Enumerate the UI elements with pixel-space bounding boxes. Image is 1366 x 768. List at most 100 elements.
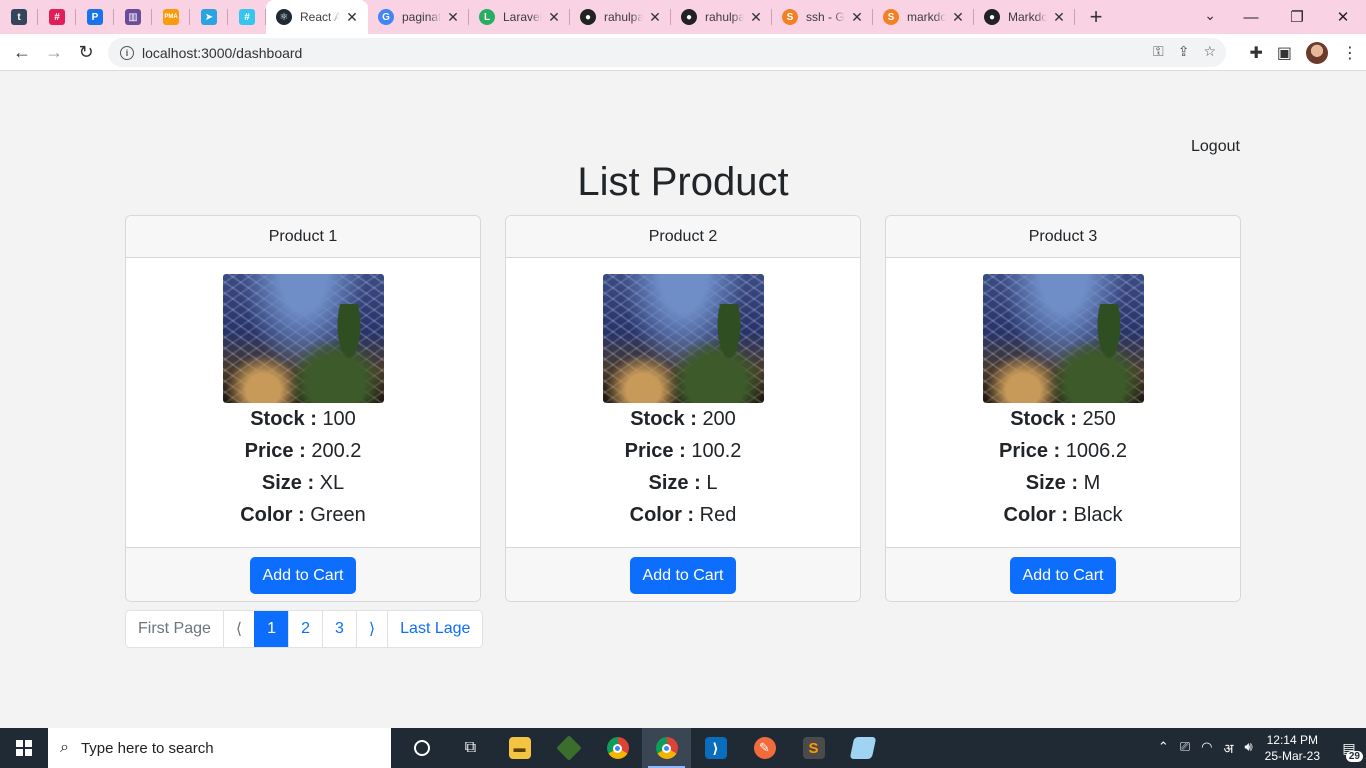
start-button[interactable] xyxy=(0,728,48,768)
taskbar-clock[interactable]: 12:14 PM 25-Mar-23 xyxy=(1265,732,1320,764)
chevron-up-icon[interactable]: ⌃ xyxy=(1158,739,1169,757)
pinned-tab[interactable]: ➤ xyxy=(190,0,228,34)
stock-label: Stock xyxy=(1010,408,1065,430)
url-text[interactable]: localhost:3000/dashboard xyxy=(142,45,302,61)
page-link-3[interactable]: 3 xyxy=(321,611,356,647)
back-icon[interactable]: ← xyxy=(6,42,38,63)
logout-link[interactable]: Logout xyxy=(1191,138,1240,156)
browser-tab[interactable]: L Laravel ✕ xyxy=(469,0,570,34)
last-page-link[interactable]: Last Lage xyxy=(387,611,482,647)
size-label: Size xyxy=(648,472,689,494)
price-line: Price : 100.2 xyxy=(624,440,742,462)
cortana-button[interactable] xyxy=(397,728,446,768)
menu-kebab-icon[interactable]: ⋮ xyxy=(1342,43,1358,63)
color-label: Color xyxy=(240,504,293,526)
browser-tab[interactable]: ⚛ React App ✕ xyxy=(266,0,368,34)
pinned-tab[interactable]: PMA xyxy=(152,0,190,34)
add-to-cart-button[interactable]: Add to Cart xyxy=(629,556,737,594)
add-to-cart-button[interactable]: Add to Cart xyxy=(1009,556,1117,594)
address-bar[interactable]: i localhost:3000/dashboard ⚿ ⇪ ☆ xyxy=(108,38,1226,67)
pinned-tab[interactable]: t xyxy=(0,0,38,34)
tab-title: ssh - G xyxy=(806,10,845,24)
git-gui-button[interactable] xyxy=(544,728,593,768)
close-tab-icon[interactable]: ✕ xyxy=(344,9,360,26)
taskbar-search[interactable]: ⌕ Type here to search xyxy=(48,728,391,768)
pinned-tab[interactable]: P xyxy=(76,0,114,34)
minimize-icon[interactable]: — xyxy=(1228,9,1274,26)
search-placeholder[interactable]: Type here to search xyxy=(81,740,214,757)
product-name: Product 3 xyxy=(886,216,1240,258)
pinned-tab[interactable]: # xyxy=(38,0,76,34)
close-tab-icon[interactable]: ✕ xyxy=(950,9,966,26)
laravel-icon: L xyxy=(479,9,495,25)
product-card: Product 2 Stock : 200 Price : 100.2 Size… xyxy=(505,215,861,602)
forward-icon[interactable]: → xyxy=(38,42,70,63)
omnibox-actions: ⚿ ⇪ ☆ xyxy=(1153,43,1216,60)
bookmark-star-icon[interactable]: ☆ xyxy=(1203,43,1216,60)
extensions-icon[interactable]: ✚ xyxy=(1249,43,1262,63)
language-icon[interactable]: अ xyxy=(1224,739,1234,757)
chrome-button[interactable] xyxy=(593,728,642,768)
notification-center-button[interactable]: ▤ 29 xyxy=(1332,728,1366,768)
size-label: Size xyxy=(261,472,302,494)
pinned-tab[interactable]: # xyxy=(228,0,266,34)
close-tab-icon[interactable]: ✕ xyxy=(546,9,562,26)
close-tab-icon[interactable]: ✕ xyxy=(1051,9,1067,26)
side-panel-icon[interactable]: ▣ xyxy=(1277,43,1292,63)
size-line: Size : M xyxy=(1025,472,1101,494)
close-tab-icon[interactable]: ✕ xyxy=(647,9,663,26)
taskbar-apps: ⧉ ▬ ⟩ ✎ S xyxy=(397,728,887,768)
share-icon[interactable]: ⇪ xyxy=(1178,43,1190,60)
task-view-button[interactable]: ⧉ xyxy=(446,728,495,768)
next-page-link[interactable]: ⟩ xyxy=(355,611,387,647)
close-tab-icon[interactable]: ✕ xyxy=(849,9,865,26)
close-tab-icon[interactable]: ✕ xyxy=(748,9,764,26)
first-page-link[interactable]: First Page xyxy=(126,611,223,647)
previous-page-link[interactable]: ⟨ xyxy=(222,611,254,647)
pinned-tab[interactable]: ▥ xyxy=(114,0,152,34)
notes-app-button[interactable] xyxy=(838,728,887,768)
key-icon[interactable]: ⚿ xyxy=(1153,43,1164,60)
close-tab-icon[interactable]: ✕ xyxy=(445,9,461,26)
pinned-tabs: t # P ▥ PMA ➤ # xyxy=(0,0,266,34)
meet-now-icon[interactable]: ⎚ xyxy=(1180,739,1190,757)
sublime-button[interactable]: S xyxy=(789,728,838,768)
reload-icon[interactable]: ↻ xyxy=(70,42,102,63)
slack-icon: # xyxy=(239,9,255,25)
page-link-1[interactable]: 1 xyxy=(254,611,289,647)
file-explorer-button[interactable]: ▬ xyxy=(495,728,544,768)
tumblr-icon: t xyxy=(11,9,27,25)
notes-icon xyxy=(849,737,876,759)
tab-search-icon[interactable]: ⌄ xyxy=(1204,7,1216,24)
add-to-cart-button[interactable]: Add to Cart xyxy=(249,556,357,594)
git-icon xyxy=(555,735,582,761)
browser-tab[interactable]: ● rahulpa ✕ xyxy=(570,0,671,34)
toolbar-actions: ✚ ▣ ⋮ xyxy=(1249,42,1358,64)
browser-tab[interactable]: ● rahulpa ✕ xyxy=(671,0,772,34)
color-value: Red xyxy=(699,504,737,526)
vscode-button[interactable]: ⟩ xyxy=(691,728,740,768)
price-label: Price xyxy=(999,440,1048,462)
close-window-icon[interactable]: ✕ xyxy=(1320,8,1366,26)
browser-tab[interactable]: Gpaginate ✕ xyxy=(368,0,469,34)
wifi-icon[interactable]: ◠ xyxy=(1201,739,1212,757)
postman-button[interactable]: ✎ xyxy=(740,728,789,768)
tab-title: rahulpa xyxy=(705,10,744,24)
tab-title: Laravel xyxy=(503,10,542,24)
task-view-icon: ⧉ xyxy=(464,739,477,756)
volume-icon[interactable]: 🔊︎ xyxy=(1244,739,1252,757)
profile-avatar[interactable] xyxy=(1306,42,1328,64)
browser-tab[interactable]: Smarkdo ✕ xyxy=(873,0,974,34)
size-label: Size xyxy=(1025,472,1066,494)
browser-tab[interactable]: ● Markdo ✕ xyxy=(974,0,1075,34)
browser-tab[interactable]: Sssh - G ✕ xyxy=(772,0,873,34)
restore-icon[interactable]: ❐ xyxy=(1274,8,1320,26)
github-icon: ● xyxy=(681,9,697,25)
page-viewport: Logout List Product Product 1 Stock : 10… xyxy=(0,71,1366,728)
pocket-icon: P xyxy=(87,9,103,25)
site-info-icon[interactable]: i xyxy=(120,45,134,60)
chrome-profile-button[interactable] xyxy=(642,728,691,768)
new-tab-button[interactable]: + xyxy=(1081,4,1111,30)
page-link-2[interactable]: 2 xyxy=(288,611,322,647)
vscode-icon: ⟩ xyxy=(704,737,727,759)
